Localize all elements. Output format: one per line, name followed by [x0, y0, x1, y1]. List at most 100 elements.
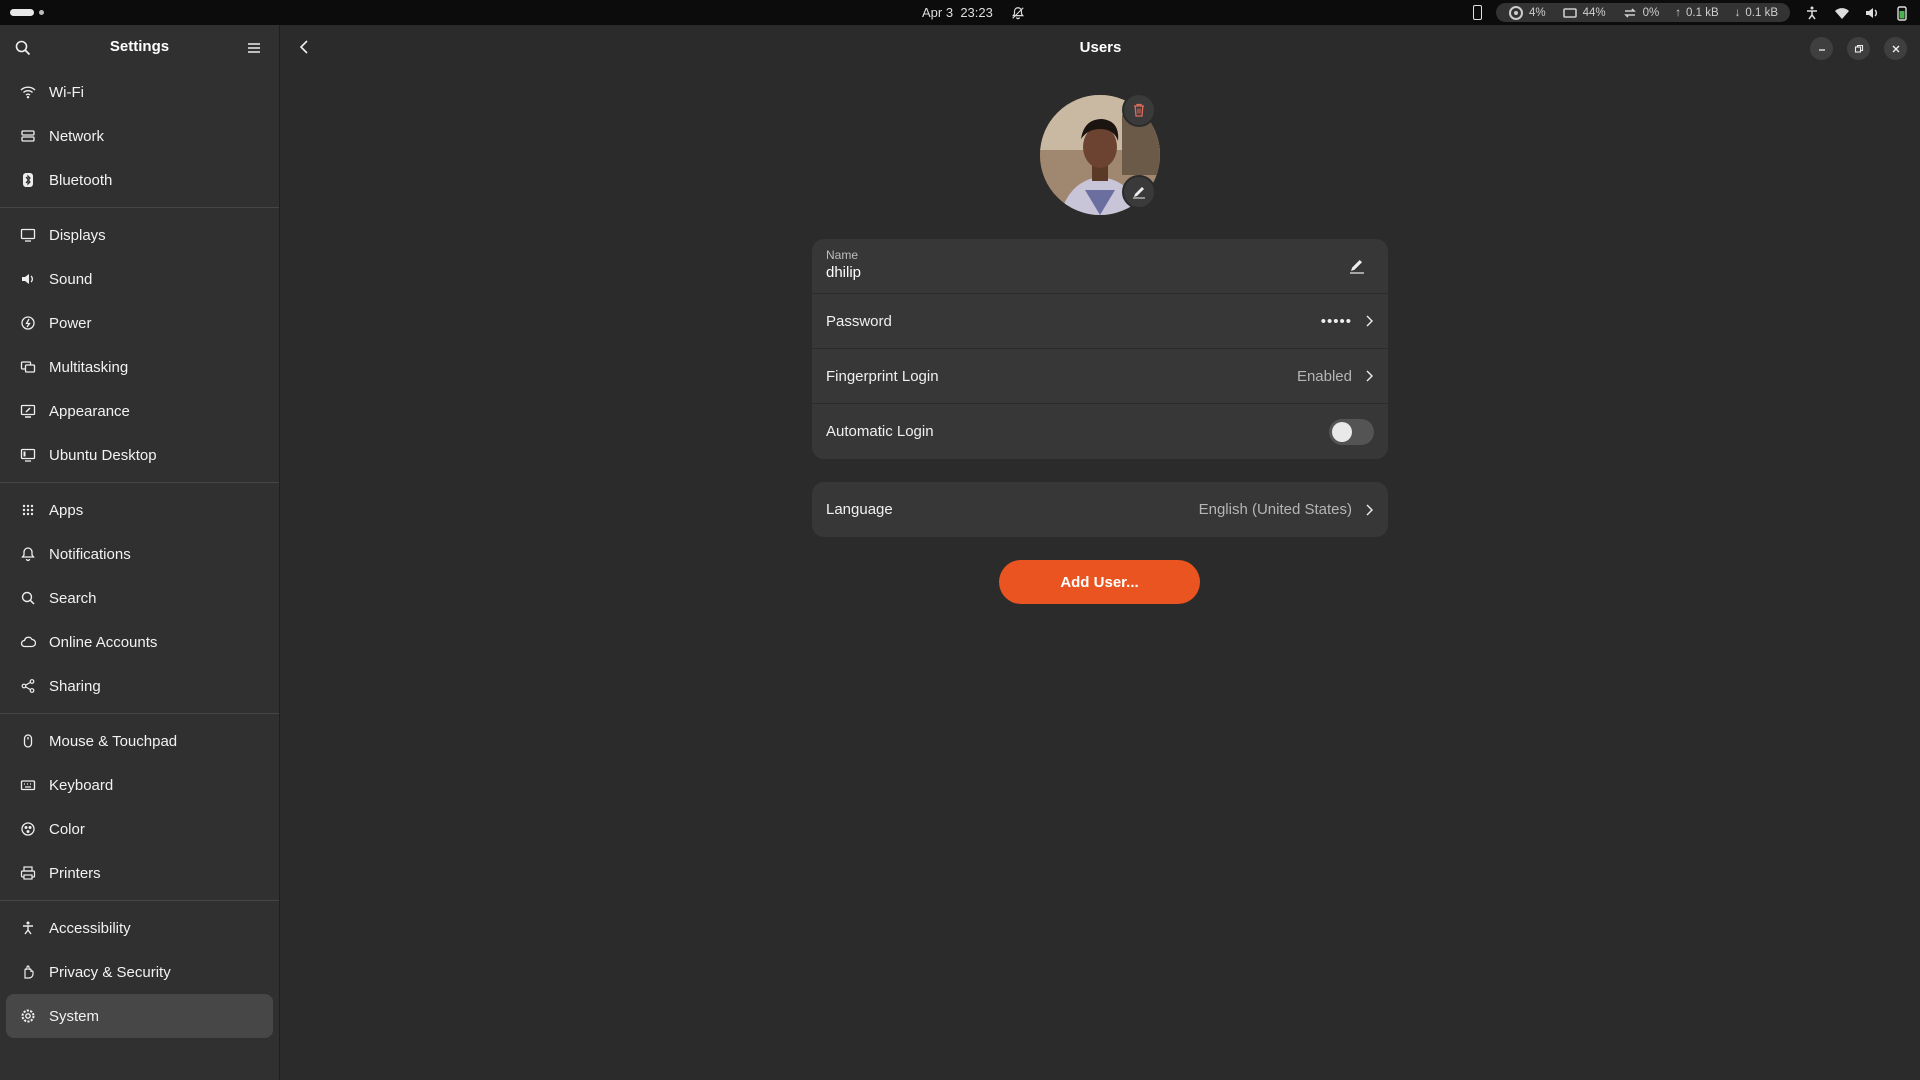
- sidebar-item-label: Accessibility: [49, 919, 131, 937]
- cloud-icon: [20, 636, 36, 648]
- swap-value: 0%: [1642, 6, 1660, 19]
- nav-group-system: Accessibility Privacy & Security System: [0, 901, 279, 1043]
- sidebar-item-label: Search: [49, 589, 97, 607]
- sidebar-item-mouse-touchpad[interactable]: Mouse & Touchpad: [6, 719, 273, 763]
- network-icon: [21, 130, 35, 142]
- power-icon: [21, 316, 35, 330]
- chevron-right-icon: [1366, 504, 1373, 515]
- sidebar-item-ubuntu-desktop[interactable]: Ubuntu Desktop: [6, 433, 273, 477]
- sidebar-item-label: Printers: [49, 864, 101, 882]
- sidebar-item-printers[interactable]: Printers: [6, 851, 273, 895]
- wifi-icon: [20, 86, 36, 99]
- sidebar-item-keyboard[interactable]: Keyboard: [6, 763, 273, 807]
- hamburger-menu-icon[interactable]: [245, 39, 263, 57]
- automatic-login-toggle[interactable]: [1329, 418, 1374, 445]
- page-header: Users: [281, 25, 1920, 70]
- wifi-icon[interactable]: [1834, 5, 1850, 21]
- upload-value: 0.1 kB: [1686, 6, 1719, 19]
- accessibility-tray-icon[interactable]: [1804, 5, 1820, 21]
- hand-privacy-icon: [24, 965, 34, 979]
- sidebar-header: Settings: [0, 25, 279, 70]
- edit-avatar-button[interactable]: [1122, 175, 1156, 209]
- nav-group-apps: Apps Notifications Search Online Account…: [0, 483, 279, 713]
- cpu-value: 4%: [1529, 6, 1546, 19]
- share-icon: [21, 679, 35, 693]
- memory-icon: [1562, 7, 1577, 18]
- date-label: Apr 3: [922, 5, 954, 20]
- sidebar-item-appearance[interactable]: Appearance: [6, 389, 273, 433]
- pencil-icon: [1133, 187, 1145, 199]
- sidebar-item-displays[interactable]: Displays: [6, 213, 273, 257]
- sidebar-item-sharing[interactable]: Sharing: [6, 664, 273, 708]
- clock[interactable]: Apr 3 23:23: [922, 5, 1025, 20]
- chevron-right-icon: [1366, 315, 1373, 327]
- sidebar-item-label: Appearance: [49, 402, 130, 420]
- page-title: Users: [1079, 39, 1122, 56]
- delete-avatar-button[interactable]: [1122, 93, 1156, 127]
- sidebar-item-system[interactable]: System: [6, 994, 273, 1038]
- printer-icon: [20, 866, 36, 880]
- language-row[interactable]: Language English (United States): [812, 482, 1388, 537]
- sidebar-item-multitasking[interactable]: Multitasking: [6, 345, 273, 389]
- battery-icon[interactable]: [1894, 5, 1910, 21]
- name-row[interactable]: Name dhilip: [812, 239, 1388, 294]
- edit-name-icon[interactable]: [1348, 257, 1366, 275]
- close-icon: [1892, 45, 1899, 52]
- sidebar-item-search[interactable]: Search: [6, 576, 273, 620]
- maximize-button[interactable]: [1847, 37, 1870, 60]
- sidebar-item-bluetooth[interactable]: Bluetooth: [6, 158, 273, 202]
- phone-icon[interactable]: [1473, 5, 1482, 20]
- sidebar-item-sound[interactable]: Sound: [6, 257, 273, 301]
- sidebar-item-apps[interactable]: Apps: [6, 488, 273, 532]
- users-page: Users Name dhilip Password ••••• Fingerp…: [281, 25, 1920, 1080]
- workspace-active-pill: [10, 9, 34, 16]
- name-caption: Name: [826, 248, 859, 262]
- color-icon: [21, 822, 35, 836]
- sidebar-item-label: Multitasking: [49, 358, 129, 376]
- ubuntu-desktop-icon: [20, 448, 36, 462]
- password-row[interactable]: Password •••••: [812, 294, 1388, 349]
- sidebar-item-color[interactable]: Color: [6, 807, 273, 851]
- sidebar-item-label: Network: [49, 127, 105, 145]
- sidebar-item-label: Sharing: [49, 677, 101, 695]
- sidebar-item-notifications[interactable]: Notifications: [6, 532, 273, 576]
- fingerprint-label: Fingerprint Login: [826, 367, 939, 385]
- bluetooth-icon: [23, 173, 33, 187]
- activities-indicator[interactable]: [10, 9, 44, 16]
- sidebar-item-privacy-security[interactable]: Privacy & Security: [6, 950, 273, 994]
- language-card: Language English (United States): [812, 482, 1388, 537]
- system-monitor[interactable]: 4% 44% 0% ↑ 0.1 kB ↓ 0.1 kB: [1496, 3, 1790, 22]
- sidebar-item-online-accounts[interactable]: Online Accounts: [6, 620, 273, 664]
- volume-icon[interactable]: [1864, 5, 1880, 21]
- system-tray: 4% 44% 0% ↑ 0.1 kB ↓ 0.1 kB: [1473, 3, 1910, 22]
- minimize-icon: [1818, 48, 1825, 51]
- trash-icon: [1134, 103, 1144, 117]
- sidebar-item-network[interactable]: Network: [6, 114, 273, 158]
- appearance-icon: [20, 404, 36, 418]
- close-button[interactable]: [1884, 37, 1907, 60]
- top-bar: Apr 3 23:23 4% 44% 0% ↑ 0.1 kB ↓ 0.1 kB: [0, 0, 1920, 25]
- download-arrow-icon: ↓: [1734, 6, 1741, 19]
- sidebar-item-label: Apps: [49, 501, 84, 519]
- sidebar-item-power[interactable]: Power: [6, 301, 273, 345]
- chevron-right-icon: [1366, 370, 1373, 382]
- multitasking-icon: [20, 361, 36, 373]
- keyboard-icon: [20, 780, 36, 791]
- sidebar-item-wifi[interactable]: Wi-Fi: [6, 70, 273, 114]
- nav-group-device: Displays Sound Power Multitasking Appear…: [0, 208, 279, 482]
- language-value: English (United States): [1198, 501, 1352, 518]
- cpu-icon: [1509, 5, 1523, 20]
- time-label: 23:23: [960, 5, 993, 20]
- sidebar-item-label: Color: [49, 820, 85, 838]
- add-user-button[interactable]: Add User...: [999, 560, 1200, 604]
- automatic-login-label: Automatic Login: [826, 423, 934, 440]
- nav-group-hardware: Mouse & Touchpad Keyboard Color Printers: [0, 714, 279, 900]
- speaker-icon: [22, 274, 33, 284]
- sidebar-item-accessibility[interactable]: Accessibility: [6, 906, 273, 950]
- sidebar-item-label: Online Accounts: [49, 633, 158, 651]
- minimize-button[interactable]: [1810, 37, 1833, 60]
- sidebar-item-label: System: [49, 1007, 100, 1025]
- fingerprint-login-row[interactable]: Fingerprint Login Enabled: [812, 349, 1388, 404]
- sidebar-item-label: Sound: [49, 270, 93, 288]
- account-settings-card: Name dhilip Password ••••• Fingerprint L…: [812, 239, 1388, 459]
